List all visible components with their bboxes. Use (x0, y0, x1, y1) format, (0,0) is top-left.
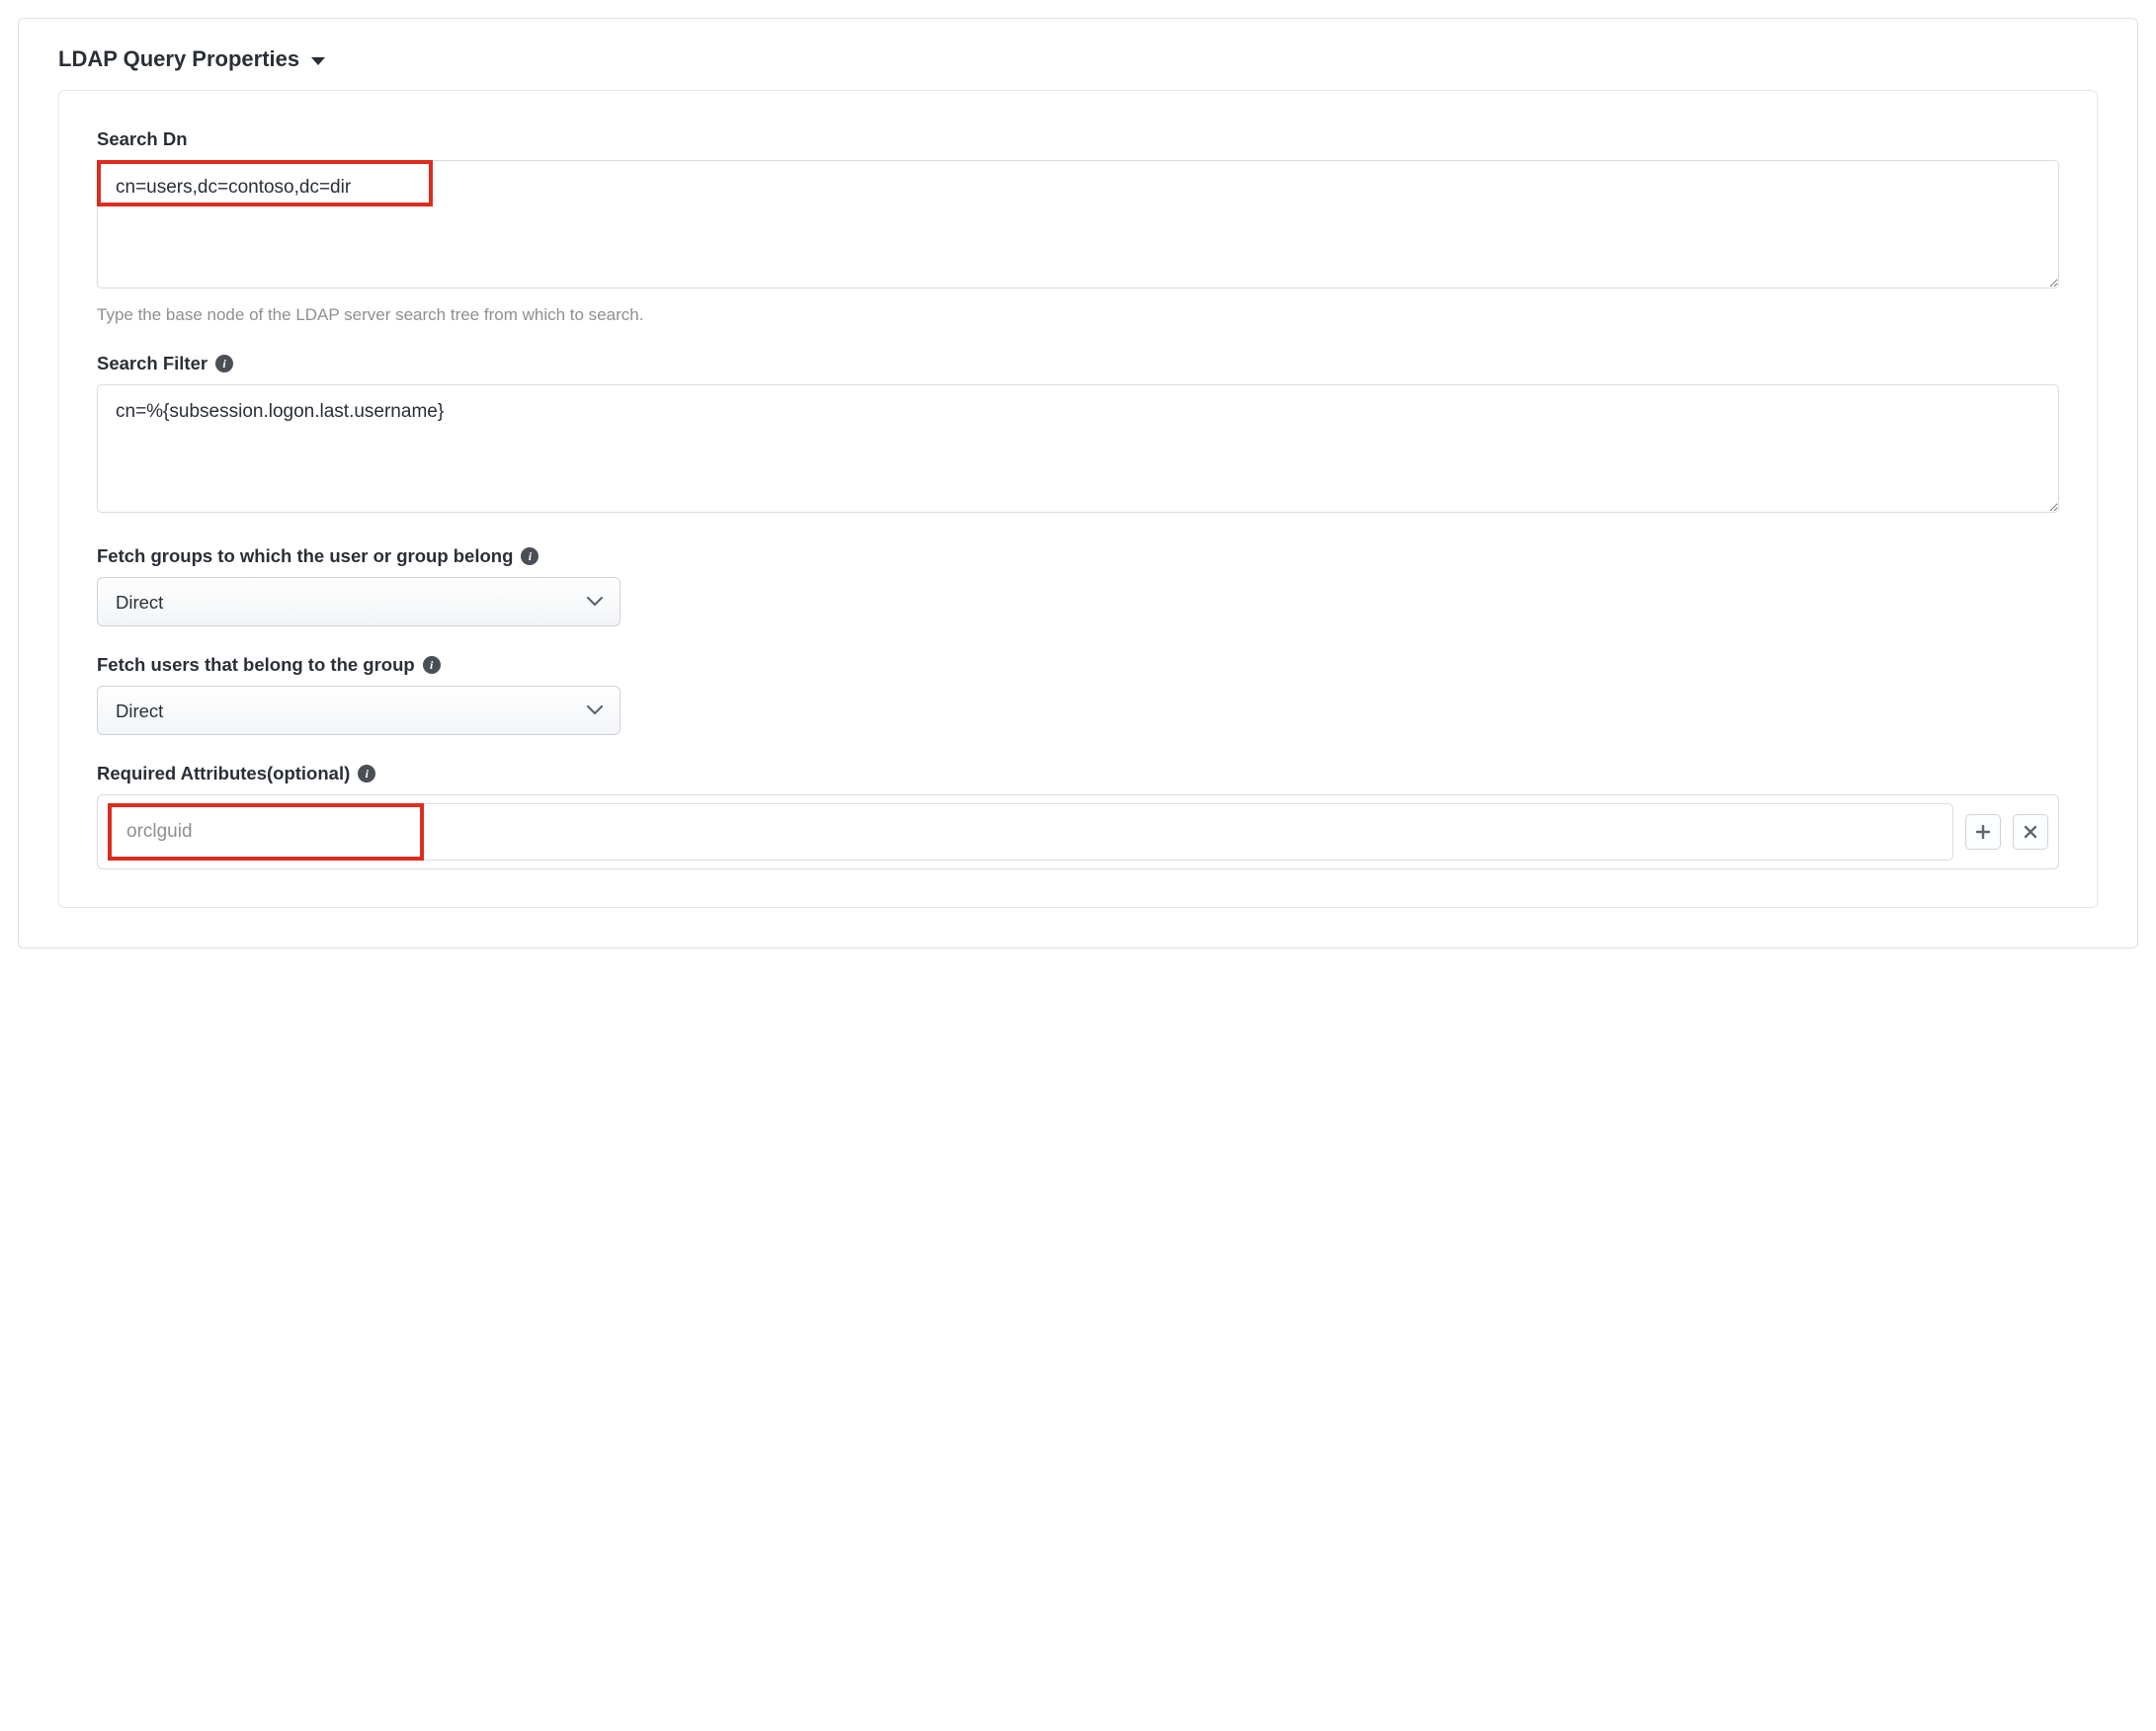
plus-icon (1976, 825, 1990, 839)
info-icon[interactable]: i (521, 547, 539, 565)
add-button[interactable] (1965, 814, 2001, 850)
required-attrs-container (97, 794, 2059, 869)
fetch-users-select[interactable]: Direct (97, 686, 621, 735)
search-filter-label: Search Filter (97, 353, 207, 374)
info-icon[interactable]: i (215, 355, 233, 372)
x-icon (2024, 825, 2037, 839)
fetch-groups-label: Fetch groups to which the user or group … (97, 545, 513, 567)
caret-down-icon (311, 57, 325, 65)
search-dn-input[interactable] (97, 160, 2059, 288)
search-filter-input[interactable] (97, 384, 2059, 513)
search-dn-label: Search Dn (97, 128, 188, 150)
fetch-groups-select[interactable]: Direct (97, 577, 621, 626)
fetch-users-label: Fetch users that belong to the group (97, 654, 415, 676)
info-icon[interactable]: i (358, 765, 375, 783)
field-group-fetch-groups: Fetch groups to which the user or group … (97, 545, 2059, 626)
field-group-required-attrs: Required Attributes(optional) i (97, 763, 2059, 869)
info-icon[interactable]: i (423, 656, 441, 674)
field-group-fetch-users: Fetch users that belong to the group i D… (97, 654, 2059, 735)
search-dn-helper: Type the base node of the LDAP server se… (97, 305, 2059, 325)
field-group-search-dn: Search Dn Type the base node of the LDAP… (97, 128, 2059, 325)
field-group-search-filter: Search Filter i (97, 353, 2059, 518)
outer-panel: LDAP Query Properties Search Dn Type the… (18, 18, 2138, 948)
section-header[interactable]: LDAP Query Properties (58, 46, 2098, 72)
required-attrs-label: Required Attributes(optional) (97, 763, 350, 784)
required-attrs-input[interactable] (108, 803, 1953, 861)
remove-button[interactable] (2013, 814, 2048, 850)
section-title: LDAP Query Properties (58, 46, 299, 72)
form-card: Search Dn Type the base node of the LDAP… (58, 90, 2098, 908)
